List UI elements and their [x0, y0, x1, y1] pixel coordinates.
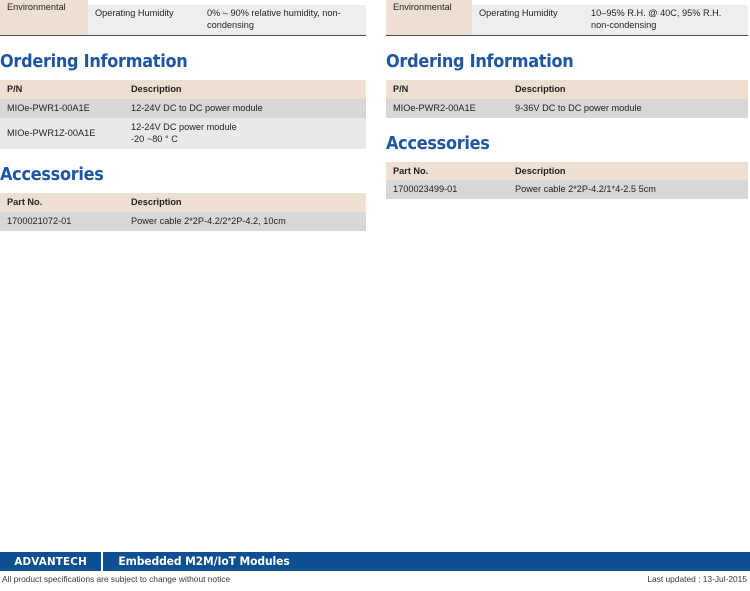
- left-ordering-table: P/N Description MIOe-PWR1-00A1E 12-24V D…: [0, 80, 366, 149]
- accessories-heading: Accessories: [386, 133, 490, 154]
- spec-category-label: Mechanical and Environmental: [386, 0, 472, 35]
- left-column: Mechanical and Environmental Weight 0.08…: [0, 0, 366, 231]
- cell-description: 9-36V DC to DC power module: [508, 98, 748, 118]
- cell-description: 12-24V DC to DC power module: [124, 98, 366, 118]
- ordering-information-heading: Ordering Information: [0, 51, 188, 72]
- right-column: Mechanical and Environmental Weight 0.11…: [386, 0, 748, 200]
- footer-note-row: All product specifications are subject t…: [0, 571, 750, 589]
- cell-description: Power cable 2*2P-4.2/1*4-2.5 5cm: [508, 180, 748, 200]
- left-spec-table: Mechanical and Environmental Weight 0.08…: [0, 0, 366, 35]
- column-header-pn: P/N: [0, 80, 124, 99]
- left-accessories-table: Part No. Description 1700021072-01 Power…: [0, 193, 366, 231]
- table-row: MIOe-PWR1Z-00A1E 12-24V DC power module …: [0, 117, 366, 149]
- page-footer: ADVANTECH Embedded M2M/IoT Modules All p…: [0, 552, 750, 589]
- column-header-description: Description: [124, 80, 366, 99]
- cell-pn: MIOe-PWR1Z-00A1E: [0, 117, 124, 149]
- left-spec-table-wrapper: Mechanical and Environmental Weight 0.08…: [0, 0, 366, 36]
- cell-description: 12-24V DC power module -20 ~80 ° C: [124, 117, 366, 149]
- disclaimer-text: All product specifications are subject t…: [2, 574, 231, 584]
- table-row: MIOe-PWR2-00A1E 9-36V DC to DC power mod…: [386, 98, 748, 118]
- cell-pn: MIOe-PWR2-00A1E: [386, 98, 508, 118]
- right-ordering-table: P/N Description MIOe-PWR2-00A1E 9-36V DC…: [386, 80, 748, 118]
- spec-value: 10–95% R.H. @ 40C, 95% R.H. non-condensi…: [584, 4, 748, 35]
- last-updated-text: Last updated : 13-Jul-2015: [647, 574, 747, 584]
- spec-key: Operating Humidity: [472, 4, 584, 35]
- table-header-row: P/N Description: [386, 80, 748, 99]
- spec-key: Operating Humidity: [88, 4, 200, 35]
- column-header-pn: P/N: [386, 80, 508, 99]
- datasheet-page: Mechanical and Environmental Weight 0.08…: [0, 0, 750, 545]
- right-spec-table-wrapper: Mechanical and Environmental Weight 0.11…: [386, 0, 748, 36]
- column-header-description: Description: [508, 162, 748, 181]
- accessories-heading: Accessories: [0, 164, 104, 185]
- column-header-part-no: Part No.: [386, 162, 508, 181]
- table-header-row: Part No. Description: [0, 193, 366, 212]
- cell-pn: MIOe-PWR1-00A1E: [0, 98, 124, 118]
- table-row: MIOe-PWR1-00A1E 12-24V DC to DC power mo…: [0, 98, 366, 118]
- column-header-part-no: Part No.: [0, 193, 124, 212]
- advantech-logo-text: ADVANTECH: [14, 555, 87, 568]
- cell-part-no: 1700023499-01: [386, 180, 508, 200]
- column-header-description: Description: [124, 193, 366, 212]
- table-row: 1700023499-01 Power cable 2*2P-4.2/1*4-2…: [386, 180, 748, 200]
- table-header-row: Part No. Description: [386, 162, 748, 181]
- table-row: 1700021072-01 Power cable 2*2P-4.2/2*2P-…: [0, 211, 366, 231]
- right-spec-table: Mechanical and Environmental Weight 0.11…: [386, 0, 748, 35]
- footer-bar: ADVANTECH Embedded M2M/IoT Modules: [0, 552, 750, 571]
- cell-part-no: 1700021072-01: [0, 211, 124, 231]
- footer-product-line-title: Embedded M2M/IoT Modules: [118, 555, 290, 568]
- table-header-row: P/N Description: [0, 80, 366, 99]
- spec-category-label: Mechanical and Environmental: [0, 0, 88, 35]
- column-header-description: Description: [508, 80, 748, 99]
- advantech-logo: ADVANTECH: [0, 552, 101, 571]
- cell-description: Power cable 2*2P-4.2/2*2P-4.2, 10cm: [124, 211, 366, 231]
- spec-value: 0% – 90% relative humidity, non-condensi…: [200, 4, 366, 35]
- ordering-information-heading: Ordering Information: [386, 51, 574, 72]
- right-accessories-table: Part No. Description 1700023499-01 Power…: [386, 162, 748, 200]
